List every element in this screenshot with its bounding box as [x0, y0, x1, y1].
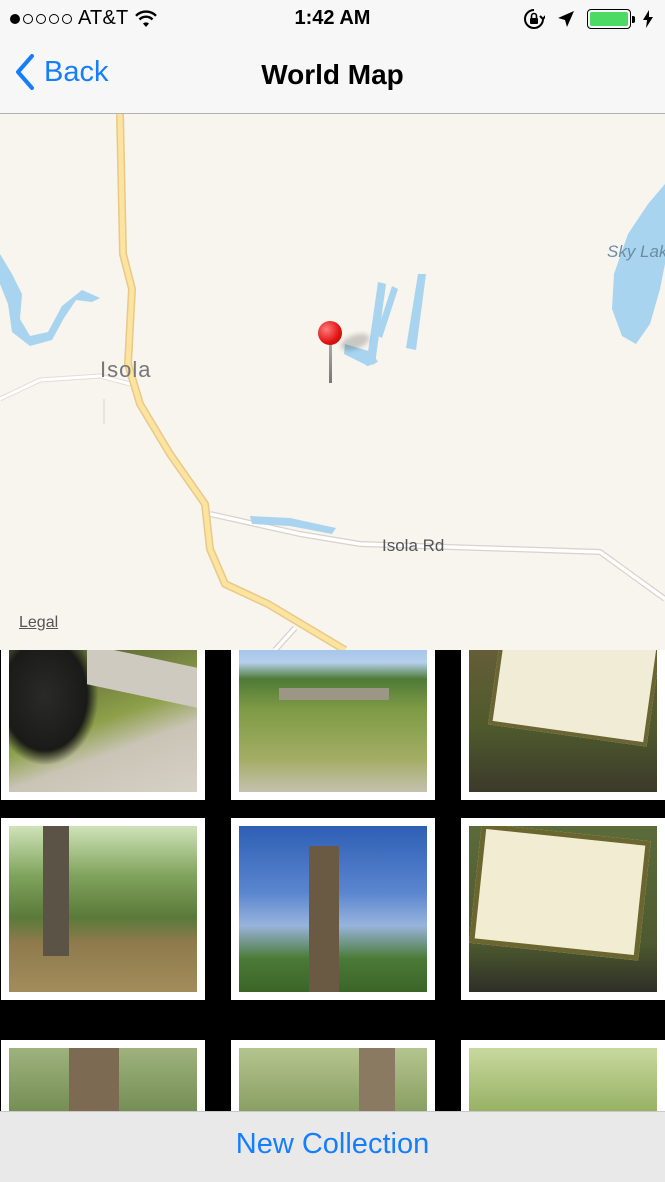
photo-cell[interactable] [231, 818, 435, 1000]
photo-thumbnail [239, 650, 427, 792]
photo-cell[interactable] [1, 1040, 205, 1111]
photo-cell[interactable] [1, 650, 205, 800]
photo-thumbnail [9, 650, 197, 792]
photo-thumbnail [239, 826, 427, 992]
battery-icon [587, 9, 635, 29]
map-pin-icon[interactable] [318, 321, 372, 385]
new-collection-button[interactable]: New Collection [0, 1128, 665, 1161]
navigation-bar: Back World Map [0, 40, 665, 114]
battery-level [590, 12, 628, 26]
photo-thumbnail [239, 1048, 427, 1111]
photo-thumbnail [469, 650, 657, 792]
sidewalk-shape [87, 650, 197, 708]
tree-trunk-shape [9, 650, 99, 766]
page-title: World Map [261, 59, 404, 90]
photo-cell[interactable] [231, 650, 435, 800]
pin-stem [329, 343, 332, 383]
tree-trunk-shape [359, 1048, 395, 1111]
info-sign-shape [469, 826, 651, 961]
status-right [523, 8, 653, 30]
stone-wall-shape [279, 688, 389, 700]
map-label-town: Isola [100, 357, 152, 382]
photo-cell[interactable] [461, 1040, 665, 1111]
top-bar: AT&T 1:42 AM Back World Map [0, 0, 665, 114]
photo-cell[interactable] [1, 818, 205, 1000]
photo-thumbnail [469, 1048, 657, 1111]
pin-head [318, 321, 342, 345]
photo-collection[interactable] [0, 650, 665, 1111]
orientation-lock-icon [524, 9, 545, 29]
location-arrow-icon [558, 11, 574, 27]
map-label-road: Isola Rd [382, 536, 445, 555]
photo-cell[interactable] [461, 818, 665, 1000]
tree-trunk-shape [309, 846, 339, 992]
photo-cell[interactable] [461, 650, 665, 800]
bottom-toolbar: New Collection [0, 1111, 665, 1182]
legal-link[interactable]: Legal [19, 614, 58, 632]
map-view[interactable]: Isola Sky Lake Isola Rd Legal [0, 114, 665, 650]
photo-thumbnail [9, 826, 197, 992]
charging-bolt-icon [643, 10, 653, 28]
map-label-lake: Sky Lake [607, 242, 665, 261]
tree-trunk-shape [69, 1048, 119, 1111]
status-bar: AT&T 1:42 AM [0, 0, 665, 40]
photo-thumbnail [469, 826, 657, 992]
tree-trunk-shape [43, 826, 69, 956]
photo-cell[interactable] [231, 1040, 435, 1111]
photo-thumbnail [9, 1048, 197, 1111]
info-sign-shape [488, 650, 657, 747]
